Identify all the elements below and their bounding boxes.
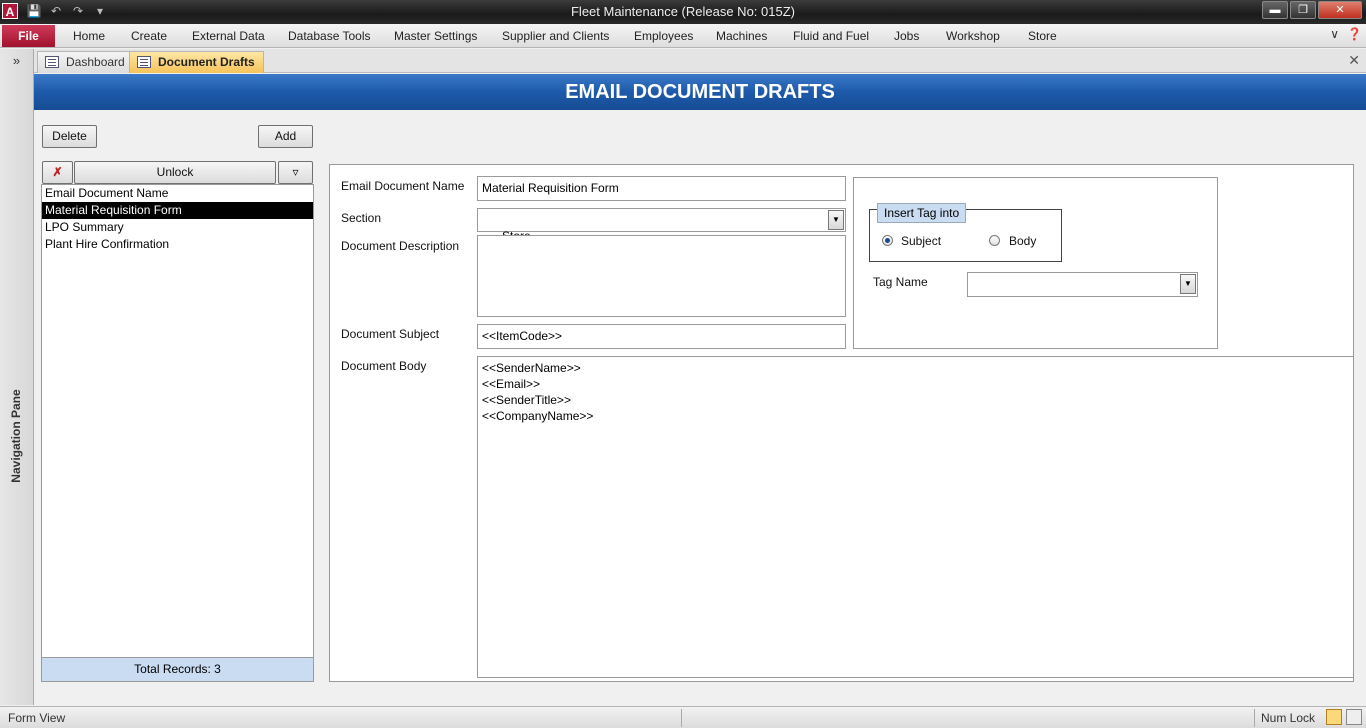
body-radio-label[interactable]: Body: [1009, 234, 1036, 248]
tab-label: Document Drafts: [158, 55, 255, 69]
form-view-icon[interactable]: [1326, 709, 1342, 725]
help-icon[interactable]: ❓: [1347, 27, 1362, 41]
add-button[interactable]: Add: [258, 125, 313, 148]
document-body-field[interactable]: <<SenderName>> <<Email>> <<SenderTitle>>…: [477, 356, 1354, 678]
view-status: Form View: [8, 711, 66, 725]
page-title: EMAIL DOCUMENT DRAFTS: [34, 74, 1366, 110]
list-item[interactable]: Material Requisition Form: [42, 202, 313, 219]
section-dropdown[interactable]: Store ▼: [477, 208, 846, 243]
tab-document-drafts[interactable]: Document Drafts: [129, 51, 264, 73]
subject-radio-label[interactable]: Subject: [901, 234, 941, 248]
list-header: Email Document Name: [45, 186, 169, 200]
tab-employees[interactable]: Employees: [634, 29, 693, 43]
tab-workshop[interactable]: Workshop: [946, 29, 1000, 43]
delete-button[interactable]: Delete: [42, 125, 97, 148]
detail-panel: Email Document Name Material Requisition…: [329, 164, 1354, 682]
body-radio[interactable]: [989, 235, 1000, 246]
form-body: Delete Add ✗ Unlock ▿ Email Document Nam…: [34, 110, 1366, 705]
clear-filter-icon[interactable]: ✗: [42, 161, 73, 184]
tab-jobs[interactable]: Jobs: [894, 29, 919, 43]
insert-tag-panel: Insert Tag into Subject Body Tag Name ▼: [853, 177, 1218, 349]
email-document-name-field[interactable]: Material Requisition Form: [477, 176, 846, 201]
section-label: Section: [341, 211, 382, 225]
tab-database-tools[interactable]: Database Tools: [288, 29, 371, 43]
nav-pane-label: Navigation Pane: [9, 389, 23, 483]
document-description-field[interactable]: [477, 235, 846, 317]
nav-pane-toggle-icon[interactable]: »: [0, 49, 33, 73]
tab-label: Dashboard: [66, 55, 125, 69]
tag-name-label: Tag Name: [873, 275, 928, 289]
document-tabs: Dashboard Document Drafts ✕: [34, 49, 1366, 73]
document-subject-field[interactable]: <<ItemCode>>: [477, 324, 846, 349]
close-button[interactable]: ✕: [1318, 1, 1362, 19]
tab-supplier-and-clients[interactable]: Supplier and Clients: [502, 29, 609, 43]
ribbon-collapse-icon[interactable]: ∨: [1330, 27, 1339, 41]
tab-external-data[interactable]: External Data: [192, 29, 265, 43]
document-body-label: Document Body: [341, 359, 427, 373]
list-item[interactable]: LPO Summary: [42, 219, 313, 236]
design-view-icon[interactable]: [1346, 709, 1362, 725]
navigation-pane[interactable]: » Navigation Pane: [0, 49, 34, 705]
filter-icon[interactable]: ▿: [278, 161, 313, 184]
subject-radio[interactable]: [882, 235, 893, 246]
title-bar: A 💾 ↶ ↷ ▾ Fleet Maintenance (Release No:…: [0, 0, 1366, 24]
tab-store[interactable]: Store: [1028, 29, 1057, 43]
chevron-down-icon[interactable]: ▼: [1180, 274, 1196, 294]
insert-tag-group-title: Insert Tag into: [877, 203, 967, 223]
maximize-button[interactable]: ❐: [1290, 1, 1316, 19]
tag-name-dropdown[interactable]: ▼: [967, 272, 1198, 297]
tab-machines[interactable]: Machines: [716, 29, 767, 43]
document-subject-label: Document Subject: [341, 327, 440, 341]
status-bar: Form View Num Lock: [0, 706, 1366, 728]
tab-dashboard[interactable]: Dashboard: [37, 51, 134, 73]
document-description-label: Document Description: [341, 239, 460, 253]
form-icon: [45, 56, 59, 68]
close-tab-icon[interactable]: ✕: [1348, 52, 1360, 69]
drafts-list[interactable]: Email Document Name Material Requisition…: [41, 184, 314, 682]
tab-fluid-and-fuel[interactable]: Fluid and Fuel: [793, 29, 869, 43]
window-title: Fleet Maintenance (Release No: 015Z): [570, 4, 795, 19]
unlock-button[interactable]: Unlock: [74, 161, 276, 184]
total-records: Total Records: 3: [41, 657, 314, 682]
email-document-name-label: Email Document Name: [341, 179, 465, 193]
chevron-down-icon[interactable]: ▼: [828, 210, 844, 230]
form-icon: [137, 56, 151, 68]
minimize-button[interactable]: ▬: [1262, 1, 1288, 19]
insert-tag-group: Insert Tag into Subject Body: [869, 203, 1062, 262]
tab-master-settings[interactable]: Master Settings: [394, 29, 477, 43]
ribbon-tabs: File Home Create External Data Database …: [0, 24, 1366, 48]
tab-create[interactable]: Create: [131, 29, 167, 43]
num-lock-indicator: Num Lock: [1261, 711, 1316, 725]
file-tab[interactable]: File: [2, 25, 55, 47]
list-item[interactable]: Plant Hire Confirmation: [42, 236, 313, 253]
tab-home[interactable]: Home: [73, 29, 105, 43]
